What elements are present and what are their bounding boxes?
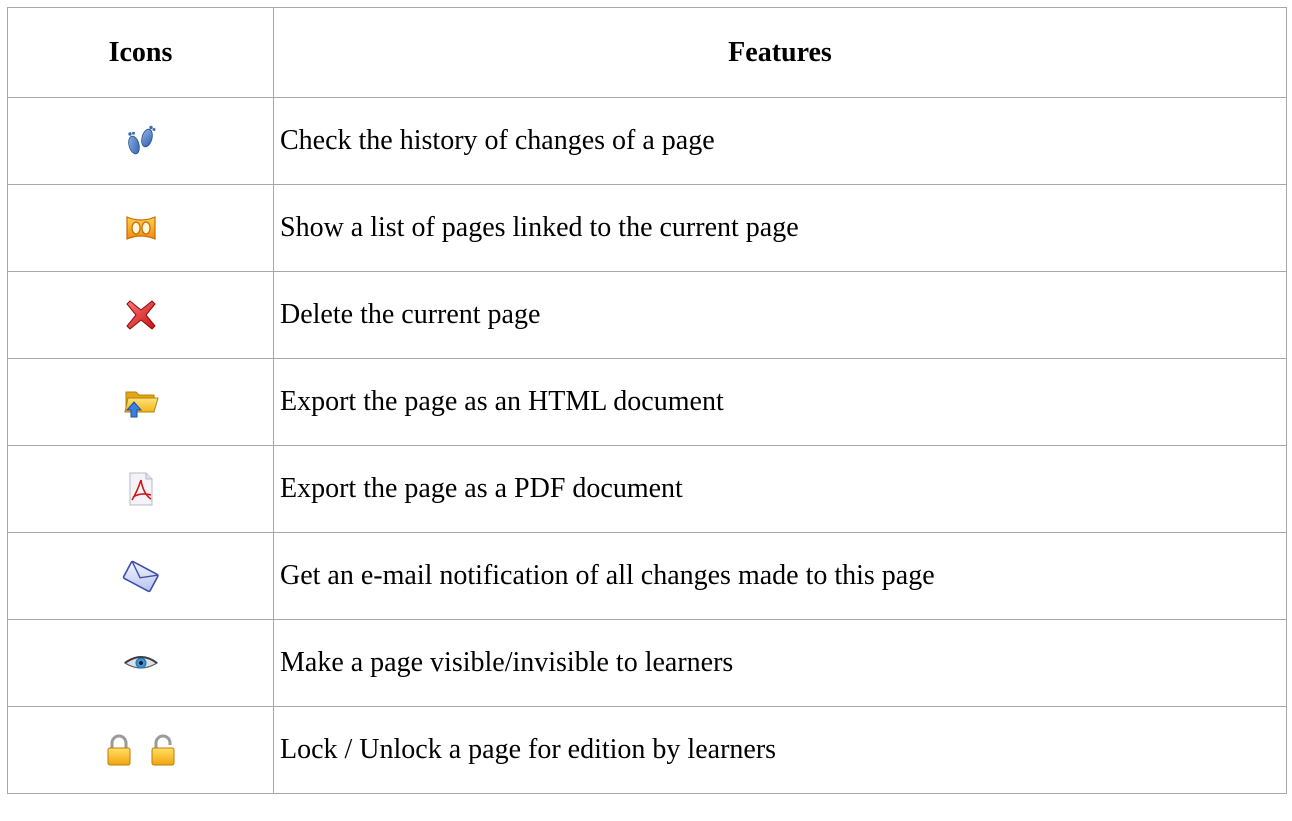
- icon-cell: [7, 271, 274, 359]
- table-row: Make a page visible/invisible to learner…: [7, 619, 1287, 707]
- icon-cell: [7, 358, 274, 446]
- table-row: Delete the current page: [7, 271, 1287, 359]
- export-html-icon: [122, 386, 160, 418]
- icon-cell: [7, 445, 274, 533]
- feature-description: Show a list of pages linked to the curre…: [273, 184, 1287, 272]
- table-row: Show a list of pages linked to the curre…: [7, 184, 1287, 272]
- table-row: Check the history of changes of a page: [7, 97, 1287, 185]
- feature-description: Check the history of changes of a page: [273, 97, 1287, 185]
- icon-cell: [7, 706, 274, 794]
- lock-icon: [104, 734, 134, 766]
- linked-pages-icon: [124, 213, 158, 243]
- table-header-row: Icons Features: [7, 7, 1287, 98]
- icon-cell: [7, 97, 274, 185]
- feature-description: Export the page as an HTML document: [273, 358, 1287, 446]
- table-row: Export the page as a PDF document: [7, 445, 1287, 533]
- feature-description: Make a page visible/invisible to learner…: [273, 619, 1287, 707]
- delete-icon: [124, 298, 158, 332]
- table-row: Export the page as an HTML document: [7, 358, 1287, 446]
- icons-column-header: Icons: [7, 7, 274, 98]
- icon-cell: [7, 532, 274, 620]
- features-column-header: Features: [273, 7, 1287, 98]
- feature-description: Lock / Unlock a page for edition by lear…: [273, 706, 1287, 794]
- lock-unlock-icons: [104, 734, 178, 766]
- icon-cell: [7, 619, 274, 707]
- eye-icon: [123, 653, 159, 673]
- feature-description: Get an e-mail notification of all change…: [273, 532, 1287, 620]
- table-row: Get an e-mail notification of all change…: [7, 532, 1287, 620]
- email-icon: [121, 559, 161, 593]
- footprints-icon: [124, 124, 158, 158]
- table-row: Lock / Unlock a page for edition by lear…: [7, 706, 1287, 794]
- features-table: Icons Features Check the history of chan…: [7, 7, 1287, 794]
- feature-description: Delete the current page: [273, 271, 1287, 359]
- feature-description: Export the page as a PDF document: [273, 445, 1287, 533]
- icon-cell: [7, 184, 274, 272]
- unlock-icon: [148, 734, 178, 766]
- pdf-icon: [126, 472, 156, 506]
